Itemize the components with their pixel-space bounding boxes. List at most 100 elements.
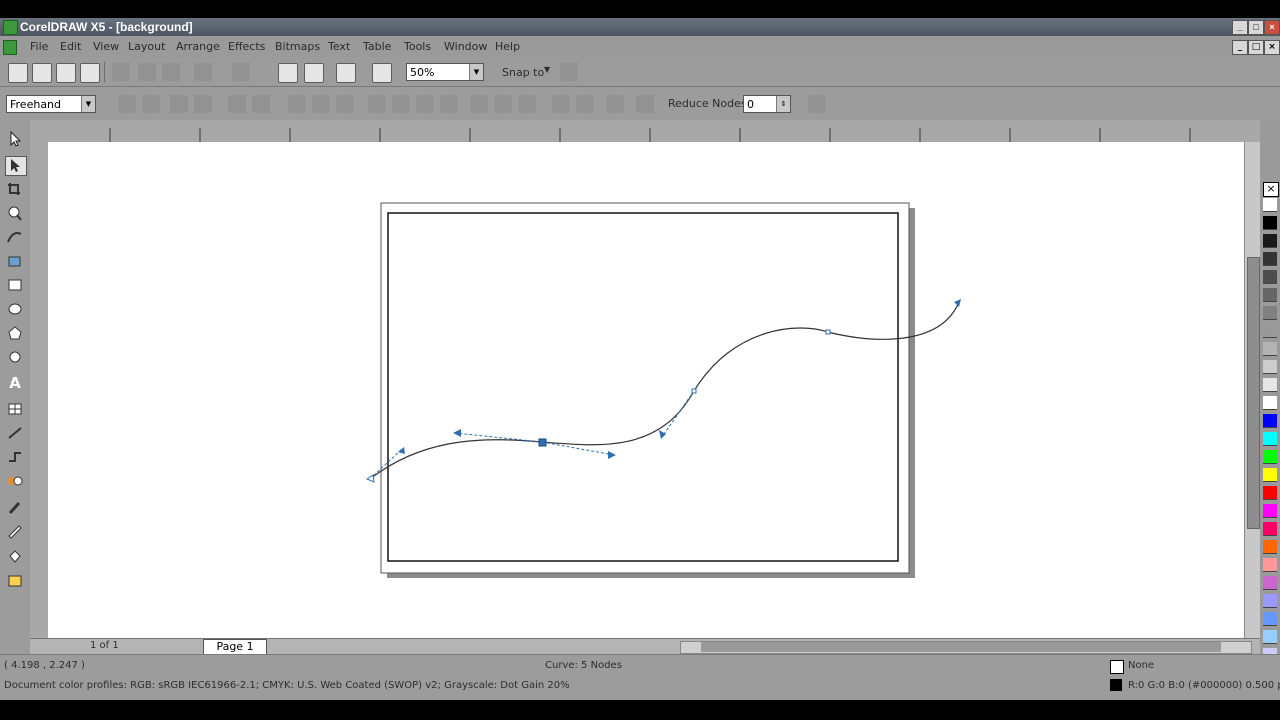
vertical-scroll-thumb[interactable] [1247,257,1260,529]
add-node-button[interactable] [118,95,136,113]
minimize-button[interactable]: _ [1232,20,1248,35]
auto-close-button[interactable] [440,95,458,113]
rotate-nodes-button[interactable] [494,95,512,113]
dimension-icon[interactable] [5,424,25,442]
outline-icon[interactable] [5,522,25,540]
undo-button[interactable] [194,63,212,81]
palette-swatch[interactable] [1263,324,1277,338]
delete-node-button[interactable] [142,95,160,113]
palette-swatch[interactable] [1263,630,1277,644]
no-color-swatch[interactable]: × [1263,182,1279,197]
palette-swatch[interactable] [1263,486,1277,500]
doc-restore-button[interactable]: □ [1248,40,1264,55]
stretch-nodes-button[interactable] [470,95,488,113]
save-button[interactable] [56,63,76,83]
menu-view[interactable]: View [93,40,119,53]
palette-swatch[interactable] [1263,198,1277,212]
palette-swatch[interactable] [1263,468,1277,482]
menu-edit[interactable]: Edit [60,40,81,53]
chevron-down-icon[interactable]: ▼ [81,96,95,112]
import-button[interactable] [278,63,298,83]
cut-button[interactable] [112,63,130,81]
menu-tools[interactable]: Tools [404,40,431,53]
polygon-icon[interactable] [5,324,25,342]
extend-curve-button[interactable] [392,95,410,113]
close-button[interactable]: × [1264,20,1280,35]
palette-swatch[interactable] [1263,612,1277,626]
elastic-mode-button[interactable] [606,95,624,113]
freehand-icon[interactable] [5,228,25,246]
tool-mode-select[interactable]: Freehand ▼ [6,95,96,113]
options-button[interactable] [560,63,578,81]
palette-swatch[interactable] [1263,540,1277,554]
open-button[interactable] [32,63,52,83]
palette-swatch[interactable] [1263,504,1277,518]
horizontal-scroll-thumb[interactable] [701,642,1221,652]
palette-swatch[interactable] [1263,288,1277,302]
reduce-nodes-spinbox[interactable]: 0 ⇕ [743,95,791,113]
outline-status[interactable]: R:0 G:0 B:0 (#000000) 0.500 pt [1128,680,1280,691]
blend-icon[interactable] [5,472,25,490]
zoom-icon[interactable] [5,204,25,222]
palette-swatch[interactable] [1263,450,1277,464]
text-icon[interactable]: A [5,374,25,392]
palette-swatch[interactable] [1263,252,1277,266]
smart-fill-icon[interactable] [5,252,25,270]
export-button[interactable] [304,63,324,83]
vertical-ruler[interactable] [30,142,49,640]
spin-arrows-icon[interactable]: ⇕ [776,96,790,112]
reverse-direction-button[interactable] [368,95,386,113]
palette-swatch[interactable] [1263,414,1277,428]
symmetrical-node-button[interactable] [336,95,354,113]
new-document-button[interactable] [8,63,28,83]
menu-help[interactable]: Help [495,40,520,53]
curve-node[interactable] [825,329,831,335]
curve-node[interactable] [691,388,697,394]
vertical-scrollbar[interactable] [1244,142,1261,638]
print-button[interactable] [80,63,100,83]
select-all-nodes-button[interactable] [636,95,654,113]
menu-arrange[interactable]: Arrange [176,40,220,53]
document-color-profiles[interactable]: Document color profiles: RGB: sRGB IEC61… [4,680,570,691]
menu-layout[interactable]: Layout [128,40,165,53]
doc-minimize-button[interactable]: _ [1232,40,1248,55]
palette-swatch[interactable] [1263,216,1277,230]
maximize-button[interactable]: □ [1248,20,1264,35]
rectangle-icon[interactable] [5,276,25,294]
zoom-level-combo[interactable]: 50% ▼ [406,63,484,81]
menu-file[interactable]: File [30,40,48,53]
table-icon[interactable] [5,400,25,418]
cusp-node-button[interactable] [288,95,306,113]
eyedropper-icon[interactable] [5,498,25,516]
snap-to-dropdown[interactable]: Snap to [502,66,544,79]
palette-swatch[interactable] [1263,360,1277,374]
welcome-screen-button[interactable] [372,63,392,83]
shape-icon[interactable] [5,156,27,176]
chevron-down-icon[interactable]: ▼ [544,65,550,74]
copy-button[interactable] [138,63,156,81]
redo-button[interactable] [232,63,250,81]
smooth-node-button[interactable] [312,95,330,113]
menu-table[interactable]: Table [363,40,391,53]
break-curve-button[interactable] [194,95,212,113]
document-icon[interactable] [3,40,17,55]
palette-swatch[interactable] [1263,594,1277,608]
reflect-vertical-button[interactable] [576,95,594,113]
menu-bitmaps[interactable]: Bitmaps [275,40,320,53]
crop-icon[interactable] [5,180,25,198]
basic-shapes-icon[interactable] [5,348,25,366]
palette-swatch[interactable] [1263,558,1277,572]
selected-node[interactable] [538,438,547,447]
menu-effects[interactable]: Effects [228,40,265,53]
convert-to-curve-button[interactable] [252,95,270,113]
menu-window[interactable]: Window [444,40,487,53]
palette-swatch[interactable] [1263,396,1277,410]
palette-swatch[interactable] [1263,522,1277,536]
menu-text[interactable]: Text [328,40,350,53]
palette-swatch[interactable] [1263,378,1277,392]
chevron-down-icon[interactable]: ▼ [469,64,483,80]
connector-icon[interactable] [5,448,25,466]
doc-close-button[interactable]: × [1264,40,1280,55]
fill-icon[interactable] [5,548,25,566]
start-node[interactable] [365,474,375,483]
